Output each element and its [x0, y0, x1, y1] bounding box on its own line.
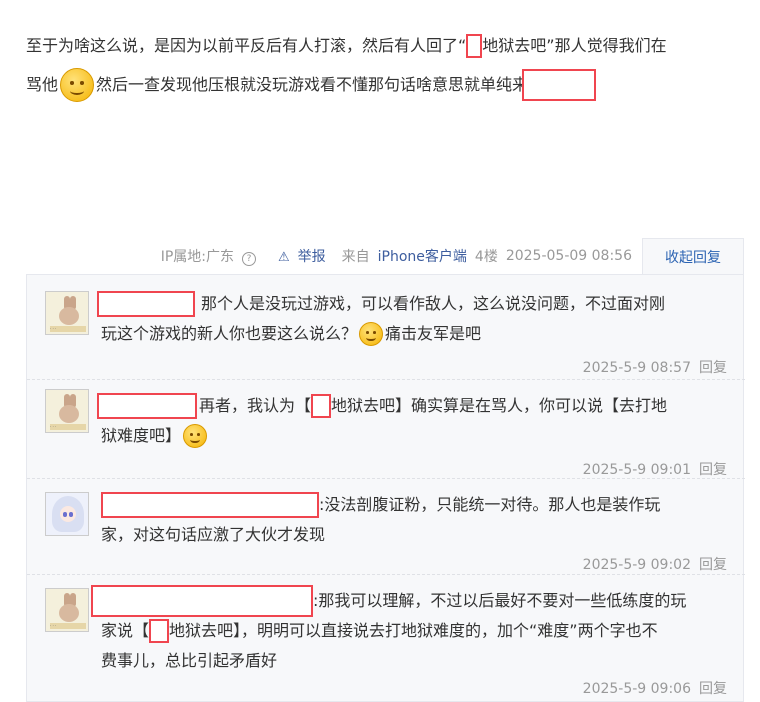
post-text: 骂他: [26, 75, 59, 94]
post-line-2: 骂他 然后一查发现他压根就没玩游戏看不懂那句话啥意思就单纯来: [26, 66, 738, 104]
reply-text-line: 玩这个游戏的新人你也要这么说么？: [101, 324, 358, 343]
floor-number: 4楼: [474, 249, 498, 265]
reply-content: :没法剖腹证粉，只能统一对待。那人也是装作玩 家，对这句话应激了大伙才发现: [101, 490, 721, 550]
reply-text-line: 家，对这句话应激了大伙才发现: [101, 525, 326, 544]
reply-meta: 2025-5-9 09:02 回复: [583, 554, 727, 574]
redacted-username: [101, 492, 319, 518]
reply-button[interactable]: 回复: [699, 360, 727, 376]
post-text: 然后一查发现他压根就没玩游戏看不懂那句话啥意思就单纯来: [96, 75, 529, 94]
reply-text-line: 那个人是没玩过游戏，可以看作敌人，这么说没问题，不过面对刚: [201, 294, 666, 313]
reply-time: 2025-5-9 09:01: [582, 462, 691, 478]
post-datetime: 2025-05-09 08:56: [505, 248, 632, 264]
reply-text-line: 狱难度吧】: [101, 426, 182, 445]
reply-text-line: 痛击友军是吧: [385, 324, 482, 343]
report-link[interactable]: ⚠ 举报: [270, 246, 326, 266]
reply-meta: 2025-5-9 08:57 回复: [583, 357, 727, 377]
reply-item: · · · 那个人是没玩过游戏，可以看作敌人，这么说没问题，不过面对刚 玩这个游…: [27, 275, 745, 380]
post-text: 至于为啥这么说，是因为以前平反后有人打滚，然后有人回了“: [26, 36, 467, 55]
post-line-1: 至于为啥这么说，是因为以前平反后有人打滚，然后有人回了“ 地狱去吧”那人觉得我们…: [26, 26, 738, 66]
reply-content: 再者，我认为【 地狱去吧】确实算是在骂人，你可以说【去打地 狱难度吧】: [97, 391, 721, 451]
reply-item: :没法剖腹证粉，只能统一对待。那人也是装作玩 家，对这句话应激了大伙才发现 20…: [27, 478, 745, 575]
reply-meta: 2025-5-9 09:01 回复: [583, 459, 727, 479]
reply-button[interactable]: 回复: [699, 462, 727, 478]
reply-content: 那个人是没玩过游戏，可以看作敌人，这么说没问题，不过面对刚 玩这个游戏的新人你也…: [97, 289, 721, 349]
reply-panel: · · · 那个人是没玩过游戏，可以看作敌人，这么说没问题，不过面对刚 玩这个游…: [26, 274, 745, 702]
reply-text-line: :那我可以理解，不过以后最好不要对一些低练度的玩: [313, 591, 687, 610]
redacted-block: [311, 394, 332, 418]
reply-item: · · · :那我可以理解，不过以后最好不要对一些低练度的玩 家说【 地狱去吧】…: [27, 574, 745, 702]
post-meta-bar: IP属地:广东? ⚠ 举报 来自 iPhone客户端 4楼 2025-05-09 0…: [0, 237, 744, 275]
reply-button[interactable]: 回复: [699, 557, 727, 573]
reply-meta: 2025-5-9 09:06 回复: [583, 678, 727, 698]
reply-button[interactable]: 回复: [699, 681, 727, 697]
redacted-username: [97, 291, 195, 317]
reply-text-line: 再者，我认为【: [199, 396, 312, 415]
post-text: 地狱去吧”那人觉得我们在: [482, 36, 667, 55]
reply-time: 2025-5-9 09:02: [582, 557, 691, 573]
smile-emoji-icon: [183, 424, 208, 448]
collapse-replies-button[interactable]: 收起回复: [642, 237, 744, 275]
redacted-username: [91, 585, 313, 617]
reply-text-line: :没法剖腹证粉，只能统一对待。那人也是装作玩: [319, 495, 661, 514]
redacted-block: [522, 69, 597, 101]
user-avatar[interactable]: [45, 492, 89, 536]
reply-time: 2025-5-9 08:57: [582, 360, 691, 376]
reply-time: 2025-5-9 09:06: [582, 681, 691, 697]
reply-text-line: 费事儿，总比引起矛盾好: [101, 651, 278, 670]
user-avatar[interactable]: · · ·: [45, 291, 89, 335]
client-info: 来自 iPhone客户端: [341, 249, 467, 265]
user-avatar[interactable]: · · ·: [45, 389, 89, 433]
redacted-block: [466, 34, 483, 58]
help-icon[interactable]: ?: [241, 252, 256, 266]
redacted-block: [149, 619, 170, 643]
laughing-emoji-icon: [60, 68, 95, 102]
smile-emoji-icon: [359, 322, 384, 346]
warning-icon: ⚠: [277, 250, 290, 265]
user-avatar[interactable]: · · ·: [45, 588, 89, 632]
redacted-username: [97, 393, 197, 419]
reply-content: :那我可以理解，不过以后最好不要对一些低练度的玩 家说【 地狱去吧】，明明可以直…: [91, 585, 721, 676]
client-link[interactable]: iPhone客户端: [378, 249, 467, 265]
reply-text-line: 家说【: [101, 621, 150, 640]
ip-location: IP属地:广东?: [153, 246, 256, 266]
reply-text-line: 地狱去吧】，明明可以直接说去打地狱难度的，加个“难度”两个字也不: [169, 621, 658, 640]
reply-item: · · · 再者，我认为【 地狱去吧】确实算是在骂人，你可以说【去打地 狱难度吧…: [27, 379, 745, 479]
post-content: 至于为啥这么说，是因为以前平反后有人打滚，然后有人回了“ 地狱去吧”那人觉得我们…: [26, 26, 738, 104]
reply-text-line: 地狱去吧】确实算是在骂人，你可以说【去打地: [331, 396, 668, 415]
